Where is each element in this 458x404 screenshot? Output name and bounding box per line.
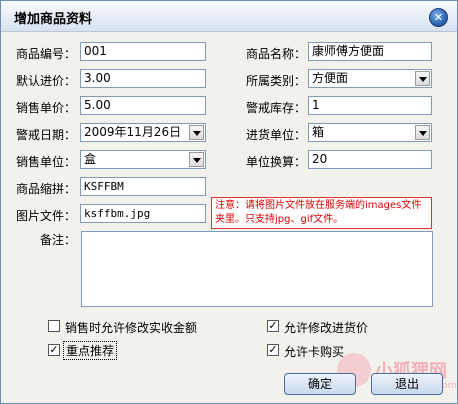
product-name-input[interactable]: 康师傅方便面 xyxy=(308,42,432,61)
image-note: 注意：请将图片文件放在服务端的images文件夹里。只支持jpg、gif文件。 xyxy=(211,197,432,229)
remarks-label: 备注： xyxy=(40,233,77,247)
dialog-title: 增加商品资料 xyxy=(14,12,93,27)
close-icon[interactable]: ✕ xyxy=(429,8,448,27)
product-code-input[interactable]: 001 xyxy=(80,42,206,61)
chevron-down-icon[interactable] xyxy=(189,152,204,167)
add-product-dialog: 增加商品资料 ✕ 商品编号： 001 商品名称： 康师傅方便面 默认进价： 3.… xyxy=(0,0,458,404)
category-select[interactable]: 方便面 xyxy=(308,69,432,88)
alert-date-value: 2009年11月26日 xyxy=(84,125,182,139)
unit-conversion-label: 单位换算： xyxy=(246,155,307,169)
title-bar[interactable]: 增加商品资料 ✕ xyxy=(1,1,457,32)
product-code-label: 商品编号： xyxy=(16,47,77,61)
confirm-button[interactable]: 确定 xyxy=(284,373,356,395)
purchase-unit-value: 箱 xyxy=(312,125,325,139)
sale-price-input[interactable]: 5.00 xyxy=(80,96,206,115)
pinyin-input[interactable]: KSFFBM xyxy=(80,177,206,196)
alert-stock-input[interactable]: 1 xyxy=(308,96,432,115)
chevron-down-icon[interactable] xyxy=(189,125,204,140)
sale-unit-label: 销售单位： xyxy=(16,155,77,169)
chevron-down-icon[interactable] xyxy=(415,125,430,140)
purchase-unit-label: 进货单位： xyxy=(246,128,307,142)
alert-date-label: 警戒日期： xyxy=(16,128,77,142)
sale-price-label: 销售单价： xyxy=(16,101,77,115)
default-cost-label: 默认进价： xyxy=(16,74,77,88)
featured-checkbox[interactable]: ✓ xyxy=(48,344,60,356)
allow-modify-purchase-price-checkbox[interactable]: ✓ xyxy=(267,320,279,332)
chevron-down-icon[interactable] xyxy=(415,71,430,86)
image-file-input[interactable]: ksffbm.jpg xyxy=(80,204,206,223)
allow-card-purchase-checkbox[interactable]: ✓ xyxy=(267,344,279,356)
pinyin-label: 商品缩拼： xyxy=(16,182,77,196)
category-label: 所属类别： xyxy=(246,74,307,88)
allow-modify-sale-amount-checkbox[interactable] xyxy=(48,320,60,332)
exit-button[interactable]: 退出 xyxy=(371,373,443,395)
product-name-label: 商品名称： xyxy=(246,47,307,61)
allow-modify-purchase-price-label: 允许修改进货价 xyxy=(284,321,369,335)
featured-label: 重点推荐 xyxy=(63,341,118,360)
purchase-unit-select[interactable]: 箱 xyxy=(308,123,432,142)
sale-unit-value: 盒 xyxy=(84,152,97,166)
image-file-label: 图片文件： xyxy=(16,209,77,223)
alert-date-picker[interactable]: 2009年11月26日 xyxy=(80,123,206,142)
allow-card-purchase-label: 允许卡购买 xyxy=(284,345,345,359)
allow-modify-sale-amount-label: 销售时允许修改实收金额 xyxy=(65,321,198,335)
alert-stock-label: 警戒库存： xyxy=(246,101,307,115)
remarks-textarea[interactable] xyxy=(81,231,433,307)
unit-conversion-input[interactable]: 20 xyxy=(308,150,432,169)
default-cost-input[interactable]: 3.00 xyxy=(80,69,206,88)
sale-unit-select[interactable]: 盒 xyxy=(80,150,206,169)
category-value: 方便面 xyxy=(312,71,349,85)
